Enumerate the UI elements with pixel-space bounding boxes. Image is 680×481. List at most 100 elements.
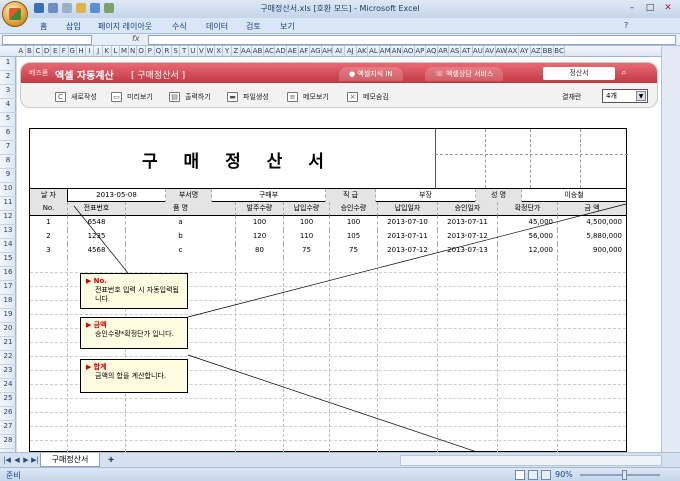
zoom-slider[interactable] xyxy=(580,474,660,476)
column-header[interactable]: AW xyxy=(496,46,508,57)
row-header[interactable]: 25 xyxy=(0,393,16,407)
row-header[interactable]: 2 xyxy=(0,71,16,85)
column-header[interactable]: AJ xyxy=(345,46,357,57)
row-header[interactable]: 4 xyxy=(0,99,16,113)
search-input[interactable]: 정산서 xyxy=(543,67,615,80)
column-header[interactable]: X xyxy=(215,46,224,57)
column-header[interactable]: M xyxy=(120,46,129,57)
zoom-level[interactable]: 90% xyxy=(555,470,573,479)
column-header[interactable]: AY xyxy=(519,46,531,57)
create-file-button[interactable]: ▬ 파일생성 xyxy=(227,90,269,104)
column-header[interactable]: T xyxy=(180,46,189,57)
column-header[interactable]: AK xyxy=(357,46,369,57)
column-header[interactable]: AT xyxy=(461,46,473,57)
print-preview-icon[interactable] xyxy=(90,3,100,13)
new-button[interactable]: C 새로작성 xyxy=(55,90,97,104)
column-header[interactable]: AO xyxy=(403,46,415,57)
page-layout-view-icon[interactable] xyxy=(528,470,538,480)
column-header[interactable]: U xyxy=(189,46,198,57)
column-header[interactable]: L xyxy=(112,46,121,57)
column-header[interactable]: V xyxy=(198,46,207,57)
row-header[interactable]: 26 xyxy=(0,407,16,421)
row-header[interactable]: 19 xyxy=(0,309,16,323)
normal-view-icon[interactable] xyxy=(515,470,525,480)
menu-home[interactable]: 홈 xyxy=(40,21,47,32)
office-button[interactable] xyxy=(2,1,28,27)
row-header[interactable]: 13 xyxy=(0,225,16,239)
help-icon[interactable]: ? xyxy=(624,21,628,30)
menu-formulas[interactable]: 수식 xyxy=(172,21,187,32)
menu-page-layout[interactable]: 페이지 레이아웃 xyxy=(98,21,152,32)
menu-insert[interactable]: 삽입 xyxy=(66,21,81,32)
row-header[interactable]: 1 xyxy=(0,57,16,71)
column-header[interactable]: J xyxy=(94,46,103,57)
row-header[interactable]: 12 xyxy=(0,211,16,225)
column-header[interactable]: H xyxy=(77,46,86,57)
column-header[interactable]: D xyxy=(43,46,52,57)
column-header[interactable]: E xyxy=(51,46,60,57)
quick-print-icon[interactable] xyxy=(104,3,114,13)
show-memo-button[interactable]: ≡ 메모보기 xyxy=(287,90,329,104)
column-header[interactable]: AH xyxy=(322,46,334,57)
row-header[interactable]: 18 xyxy=(0,295,16,309)
column-header[interactable]: BB xyxy=(542,46,554,57)
formula-input[interactable] xyxy=(148,35,676,45)
menu-data[interactable]: 데이터 xyxy=(206,21,228,32)
sheet-tab-purchase[interactable]: 구매정산서 xyxy=(40,453,100,467)
row-header[interactable]: 15 xyxy=(0,253,16,267)
open-icon[interactable] xyxy=(76,3,86,13)
column-header[interactable]: AS xyxy=(449,46,461,57)
column-header[interactable]: Z xyxy=(232,46,241,57)
column-header[interactable]: AX xyxy=(507,46,519,57)
hide-memo-button[interactable]: × 메모숨김 xyxy=(347,90,389,104)
horizontal-scrollbar[interactable] xyxy=(400,455,662,466)
column-header[interactable]: Q xyxy=(155,46,164,57)
fx-icon[interactable]: fx xyxy=(132,34,140,43)
column-header[interactable]: AG xyxy=(310,46,322,57)
column-header[interactable]: W xyxy=(206,46,215,57)
column-header[interactable]: AP xyxy=(415,46,427,57)
row-header[interactable]: 5 xyxy=(0,113,16,127)
menu-review[interactable]: 검토 xyxy=(246,21,261,32)
print-button[interactable]: ▤ 출력하기 xyxy=(169,90,211,104)
worksheet[interactable]: 베즈폼 엑셀 자동계산 [ 구매정산서 ] ● 엑셀지식 IN ☏ 엑셀상담 서… xyxy=(17,57,661,452)
column-header[interactable]: F xyxy=(60,46,69,57)
page-break-view-icon[interactable] xyxy=(541,470,551,480)
column-header[interactable]: AV xyxy=(484,46,496,57)
column-header[interactable]: I xyxy=(86,46,95,57)
vertical-scrollbar[interactable] xyxy=(661,46,680,452)
row-header[interactable]: 24 xyxy=(0,379,16,393)
memo-note-no[interactable]: ▶ No. 전표번호 입력 시 자동입력됩니다. xyxy=(80,273,188,309)
row-header[interactable]: 11 xyxy=(0,197,16,211)
row-header[interactable]: 8 xyxy=(0,155,16,169)
column-header[interactable]: R xyxy=(163,46,172,57)
row-header[interactable]: 7 xyxy=(0,141,16,155)
column-header[interactable]: BC xyxy=(554,46,566,57)
column-header[interactable]: AC xyxy=(264,46,276,57)
column-header[interactable]: AM xyxy=(380,46,392,57)
column-header[interactable]: O xyxy=(137,46,146,57)
zoom-slider-handle[interactable] xyxy=(622,470,627,480)
column-header[interactable]: AR xyxy=(438,46,450,57)
menu-view[interactable]: 보기 xyxy=(280,21,295,32)
close-icon[interactable]: ✕ xyxy=(660,2,676,14)
row-header[interactable]: 21 xyxy=(0,337,16,351)
column-header[interactable]: S xyxy=(172,46,181,57)
row-header[interactable]: 17 xyxy=(0,281,16,295)
column-header[interactable]: AA xyxy=(241,46,253,57)
first-sheet-icon[interactable]: |◀ xyxy=(2,455,12,465)
save-icon[interactable] xyxy=(34,3,44,13)
row-header[interactable]: 14 xyxy=(0,239,16,253)
column-header[interactable]: AF xyxy=(299,46,311,57)
column-header[interactable]: N xyxy=(129,46,138,57)
column-header[interactable]: Y xyxy=(223,46,232,57)
row-header[interactable]: 6 xyxy=(0,127,16,141)
column-header[interactable]: AL xyxy=(368,46,380,57)
row-header[interactable]: 22 xyxy=(0,351,16,365)
redo-icon[interactable] xyxy=(62,3,72,13)
approval-select[interactable]: 4개 ▼ xyxy=(602,89,648,103)
column-header[interactable]: AD xyxy=(275,46,287,57)
preview-button[interactable]: ▭ 미리보기 xyxy=(111,90,153,104)
column-header[interactable]: AU xyxy=(473,46,485,57)
row-header[interactable]: 20 xyxy=(0,323,16,337)
